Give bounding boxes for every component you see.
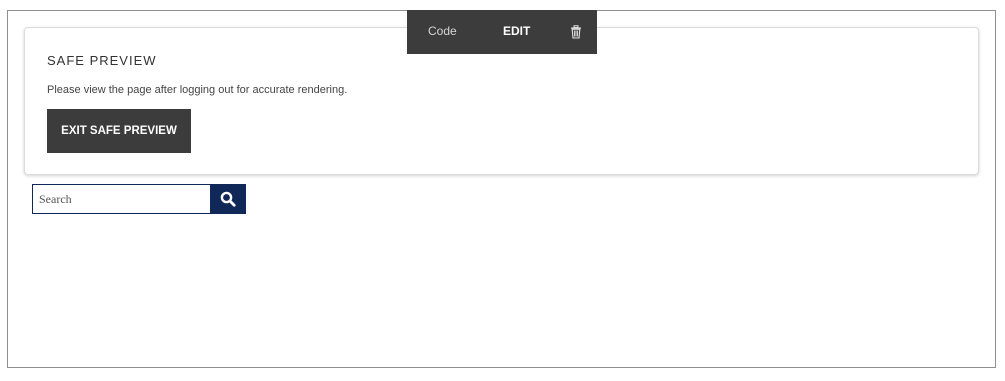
edit-button[interactable]: EDIT <box>503 24 530 38</box>
trash-icon[interactable] <box>570 25 582 39</box>
search-button[interactable] <box>210 184 246 214</box>
code-button[interactable]: Code <box>428 24 457 38</box>
exit-safe-preview-button[interactable]: EXIT SAFE PREVIEW <box>47 109 191 153</box>
search-bar <box>32 184 246 214</box>
edit-toolbar: Code EDIT <box>407 10 597 54</box>
safe-preview-title: SAFE PREVIEW <box>47 53 157 68</box>
search-icon <box>220 191 236 207</box>
safe-preview-description: Please view the page after logging out f… <box>47 84 348 96</box>
search-input[interactable] <box>32 184 211 214</box>
